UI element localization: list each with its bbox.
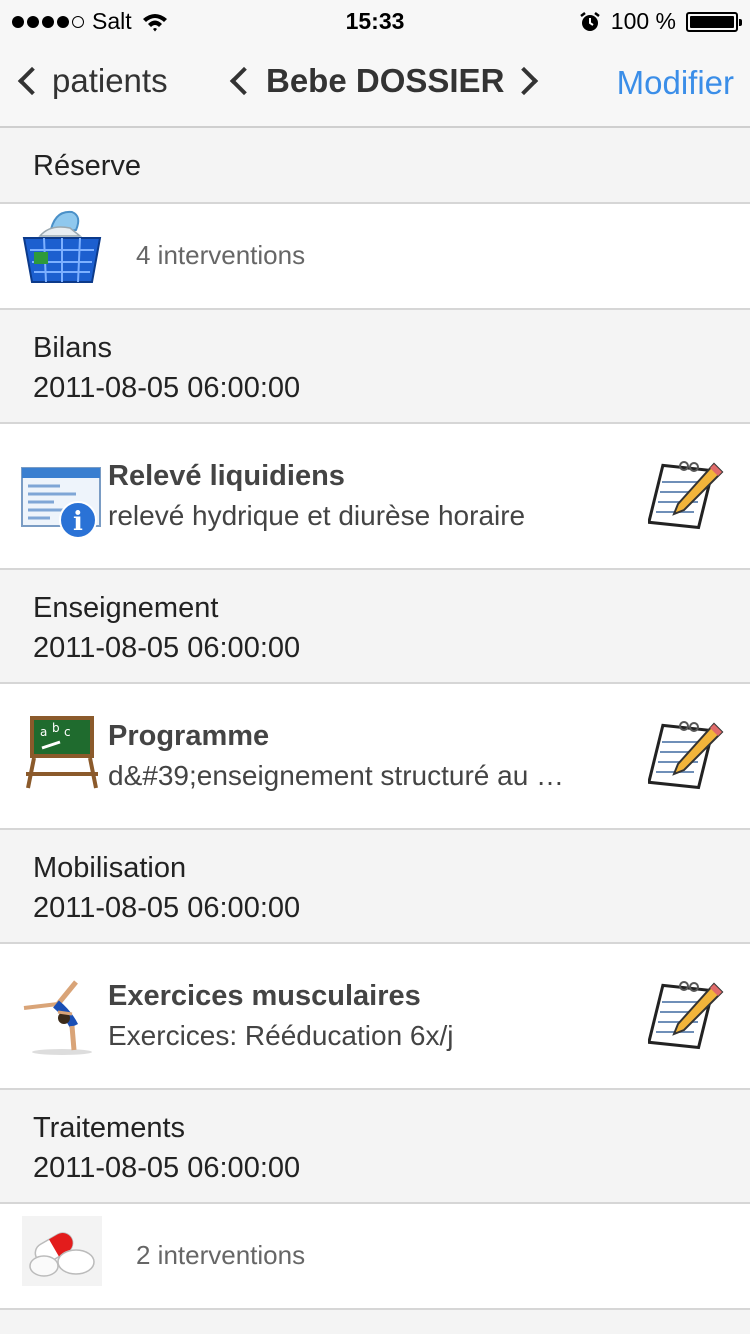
section-header-reserve: Réserve xyxy=(0,128,750,204)
item-title: Exercices musculaires xyxy=(108,980,421,1012)
next-patient-icon[interactable] xyxy=(510,66,539,96)
section-title: Bilans xyxy=(33,332,112,364)
row-text: Programme d&#39;enseignement structuré a… xyxy=(108,716,630,796)
pills-icon xyxy=(22,1216,102,1286)
svg-text:i: i xyxy=(73,507,83,537)
status-right: 100 % xyxy=(579,8,742,35)
battery-icon xyxy=(686,11,742,32)
list-item-reserve[interactable]: 4 interventions xyxy=(0,204,750,310)
list-item-programme[interactable]: a b c Programme d&#39;enseignement struc… xyxy=(0,684,750,830)
list-item-exercices-musculaires[interactable]: Exercices musculaires Exercices: Rééduca… xyxy=(0,944,750,1090)
section-header-enseignement: Enseignement 2011-08-05 06:00:00 xyxy=(0,570,750,684)
page-title: Bebe DOSSIER xyxy=(266,62,505,99)
navigation-bar: patients Bebe DOSSIER Modifier xyxy=(0,40,750,128)
row-text: Exercices musculaires Exercices: Rééduca… xyxy=(108,976,630,1056)
section-title: Mobilisation xyxy=(33,852,187,884)
info-form-icon: i xyxy=(21,467,101,539)
chevron-left-icon xyxy=(17,66,47,96)
section-date: 2011-08-05 06:00:00 xyxy=(33,372,301,404)
chalkboard-icon: a b c xyxy=(26,716,98,789)
notepad-pencil-icon[interactable] xyxy=(648,456,724,532)
section-header-bilans: Bilans 2011-08-05 06:00:00 xyxy=(0,310,750,424)
section-date: 2011-08-05 06:00:00 xyxy=(33,1152,301,1184)
edit-button[interactable]: Modifier xyxy=(617,64,734,102)
previous-patient-icon[interactable] xyxy=(229,66,259,96)
basket-icon xyxy=(22,210,102,283)
intervention-count: 2 interventions xyxy=(136,1240,306,1270)
item-subtitle: relevé hydrique et diurèse horaire xyxy=(108,500,526,531)
svg-text:a: a xyxy=(40,725,47,739)
section-title: Enseignement xyxy=(33,592,219,624)
patient-switcher: Bebe DOSSIER xyxy=(228,62,539,100)
list-item-traitements[interactable]: 2 interventions xyxy=(0,1204,750,1310)
section-header-traitements: Traitements 2011-08-05 06:00:00 xyxy=(0,1090,750,1204)
back-label: patients xyxy=(52,62,168,99)
intervention-count: 4 interventions xyxy=(136,240,306,270)
back-button[interactable]: patients xyxy=(14,62,168,100)
item-title: Programme xyxy=(108,720,270,752)
section-date: 2011-08-05 06:00:00 xyxy=(33,892,301,924)
notepad-pencil-icon[interactable] xyxy=(648,716,724,792)
section-date: 2011-08-05 06:00:00 xyxy=(33,632,301,664)
list-item-releve-liquidiens[interactable]: i Relevé liquidiens relevé hydrique et d… xyxy=(0,424,750,570)
battery-percent: 100 % xyxy=(610,8,676,34)
notepad-pencil-icon[interactable] xyxy=(648,976,724,1052)
status-bar: Salt 15:33 100 % xyxy=(0,0,750,40)
section-title: Traitements xyxy=(33,1112,186,1144)
intervention-list: Réserve 4 interventions Bilans 2011-08-0… xyxy=(0,128,750,1310)
item-subtitle: d&#39;enseignement structuré au … xyxy=(108,760,565,791)
row-text: Relevé liquidiens relevé hydrique et diu… xyxy=(108,456,630,536)
svg-text:c: c xyxy=(64,725,71,739)
item-subtitle: Exercices: Rééducation 6x/j xyxy=(108,1020,454,1051)
section-header-mobilisation: Mobilisation 2011-08-05 06:00:00 xyxy=(0,830,750,944)
item-title: Relevé liquidiens xyxy=(108,460,345,492)
section-title: Réserve xyxy=(33,150,141,182)
gymnast-icon xyxy=(23,980,92,1055)
alarm-icon xyxy=(580,11,600,31)
svg-text:b: b xyxy=(52,721,60,735)
